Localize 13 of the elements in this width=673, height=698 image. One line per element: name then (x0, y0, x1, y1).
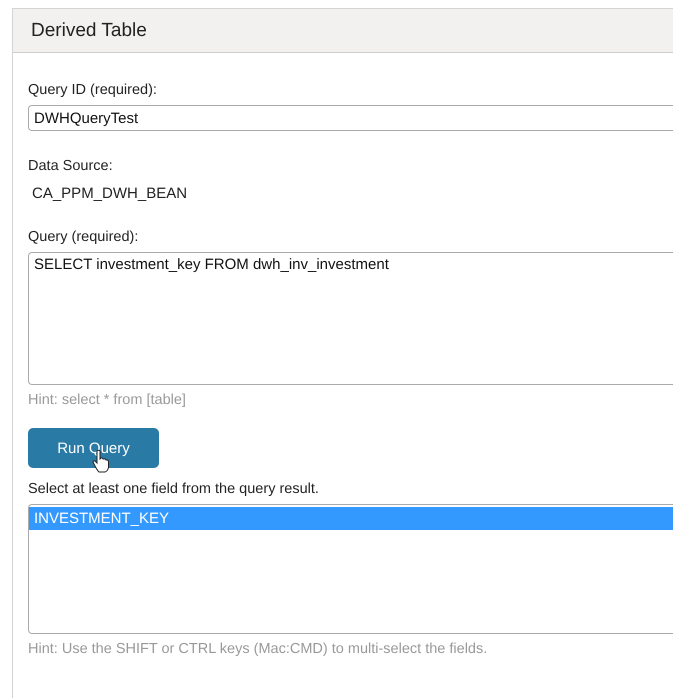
list-option[interactable]: INVESTMENT_KEY (29, 507, 673, 530)
field-listbox[interactable]: INVESTMENT_KEY (28, 504, 673, 634)
field-label: Select at least one field from the query result. (28, 480, 319, 498)
data-source-value: CA_PPM_DWH_BEAN (31, 185, 188, 202)
field-label: Data Source: (28, 157, 113, 175)
hint-text: Hint: select * from [table] (28, 392, 186, 408)
panel-title: Derived Table (31, 20, 147, 42)
field-label: Query ID (required): (28, 81, 157, 99)
hint-text: Hint: Use the SHIFT or CTRL keys (Mac:CMD) to multi-select the fields. (28, 641, 488, 657)
field-label: Query (required): (28, 228, 138, 246)
run-query-button[interactable]: Run Query (28, 428, 159, 468)
query-id-field[interactable]: DWHQueryTest (28, 105, 673, 131)
query-field[interactable]: SELECT investment_key FROM dwh_inv_investment (28, 252, 673, 385)
